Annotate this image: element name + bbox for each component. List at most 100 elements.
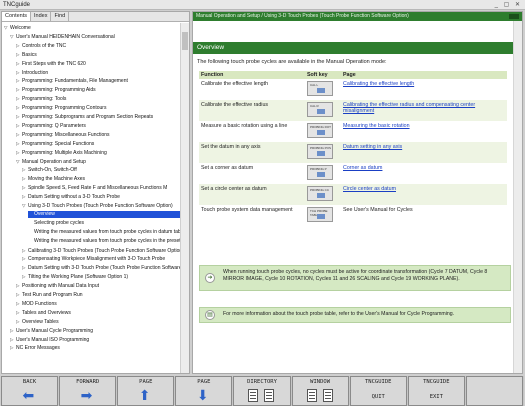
- tree-item[interactable]: ▷ Overview Tables: [16, 318, 180, 326]
- softkey-3[interactable]: PAGE ⬆: [117, 376, 175, 406]
- softkey-5[interactable]: DIRECTORY: [233, 376, 291, 406]
- tree-item[interactable]: ▷ Tilting the Working Plane (Software Opt…: [22, 273, 180, 281]
- page-cell: Corner as datum: [341, 163, 507, 184]
- softkey-image-label: CAL L: [310, 83, 319, 87]
- tree-item-label: Positioning with Manual Data Input: [22, 283, 99, 290]
- softkey-label: BACK: [22, 379, 37, 385]
- page-link[interactable]: Datum setting in any axis: [343, 144, 402, 150]
- tree-item[interactable]: Writing the measured values from touch p…: [28, 238, 180, 246]
- tree-item[interactable]: ▷ Calibrating 3-D Touch Probes (Touch Pro…: [22, 247, 180, 255]
- softkey-4[interactable]: PAGE ⬇: [175, 376, 233, 406]
- tree-item[interactable]: ▷ Programming: Fundamentals, File Managem…: [16, 77, 180, 85]
- breadcrumb-text: Manual Operation and Setup / Using 3-D T…: [196, 13, 409, 19]
- tab-find[interactable]: Find: [51, 12, 70, 21]
- tree-item[interactable]: ▷ Basics: [16, 51, 180, 59]
- tree-item[interactable]: ▷ First Steps with the TNC 620: [16, 60, 180, 68]
- scrollbar-thumb[interactable]: [182, 32, 188, 50]
- softkey-image-icon: PROBING POS: [307, 144, 333, 159]
- tree-item[interactable]: ▷ Programming: Programming Aids: [16, 86, 180, 94]
- directory-icon: [264, 389, 275, 402]
- page-link[interactable]: Measuring the basic rotation: [343, 123, 410, 129]
- tree-item[interactable]: ▽ Welcome: [4, 24, 180, 32]
- tree-item-label: First Steps with the TNC 620: [22, 60, 86, 67]
- softkey-label: WINDOW: [310, 379, 331, 385]
- softkey-image-icon: TCH PROBE TABLE: [307, 207, 333, 222]
- table-row: Calibrate the effective radius CAL R Calib…: [199, 100, 507, 121]
- page-link[interactable]: Corner as datum: [343, 165, 382, 171]
- softkey-2[interactable]: FORWARD ➡: [59, 376, 117, 406]
- contents-tree: ▽ Welcome ▽ User's Manual HEIDENHAIN Conver…: [2, 23, 180, 373]
- tree-item-label: Programming: Subprograms and Program Sec…: [22, 114, 154, 120]
- tree-item[interactable]: ▷ User's Manual Cycle Programming: [10, 327, 180, 335]
- tree-item-label: Writing the measured values from touch p…: [34, 228, 180, 235]
- tree-item[interactable]: ▷ Datum Setting without a 3-D Touch Probe: [22, 193, 180, 201]
- tree-item[interactable]: ▷ Programming: Q Parameters: [16, 122, 180, 130]
- tab-index[interactable]: Index: [31, 12, 52, 21]
- tree-item-label: Tilting the Working Plane (Software Opti…: [28, 274, 129, 281]
- tree-item-label: User's Manual Cycle Programming: [16, 327, 94, 334]
- softkey-label: TNCGUIDE: [364, 379, 392, 385]
- tree-item[interactable]: ▷ Positioning with Manual Data Input: [16, 282, 180, 290]
- tree-item[interactable]: ▷ Introduction: [16, 69, 180, 77]
- window-controls[interactable]: _ ▢ ✕: [495, 0, 522, 10]
- page-link[interactable]: Circle center as datum: [343, 186, 396, 192]
- softkey-9[interactable]: [465, 376, 523, 406]
- table-header-row: Function Soft key Page: [199, 71, 507, 79]
- tree-item-label: Programming: Multiple Axis Machining: [22, 149, 107, 156]
- title-bar: TNCguide _ ▢ ✕: [0, 0, 525, 10]
- tree-item-label: Programming: Tools: [22, 96, 67, 103]
- tree-item[interactable]: ▷ MOD Functions: [16, 300, 180, 308]
- note-box: ▤ For more information about the touch p…: [199, 307, 511, 323]
- tree-item[interactable]: ▷ Programming: Multiple Axis Machining: [16, 149, 180, 157]
- tree-item[interactable]: Overview: [28, 210, 180, 219]
- tree-item[interactable]: ▷ Programming: Subprograms and Program Se…: [16, 113, 180, 121]
- content-scrollbar[interactable]: [513, 21, 522, 373]
- tree-item[interactable]: Selecting probe cycles: [28, 220, 180, 228]
- page-link[interactable]: Calibrating the effective radius and com…: [343, 102, 475, 114]
- softkey-6[interactable]: WINDOW: [291, 376, 349, 406]
- breadcrumb-button[interactable]: [509, 14, 519, 19]
- tree-item[interactable]: ▷ NC Error Messages: [10, 344, 180, 352]
- tree-item[interactable]: ▷ Tables and Overviews: [16, 309, 180, 317]
- tree-item[interactable]: ▷ Programming: Miscellaneous Functions: [16, 131, 180, 139]
- nav-tabs: Contents Index Find: [2, 12, 189, 22]
- softkey-8[interactable]: TNCGUIDE EXIT: [407, 376, 465, 406]
- tree-item[interactable]: ▽ User's Manual HEIDENHAIN Conversational: [10, 33, 180, 41]
- tree-item[interactable]: ▷ Spindle Speed S, Feed Rate F and Miscel…: [22, 184, 180, 192]
- tree-item[interactable]: ▷ User's Manual ISO Programming: [10, 336, 180, 344]
- page-link[interactable]: Calibrating the effective length: [343, 81, 414, 87]
- tree-item[interactable]: ▷ Switch-On, Switch-Off: [22, 166, 180, 174]
- tree-item-label: Using 3-D Touch Probes (Touch Probe Func…: [28, 203, 173, 209]
- tree-item[interactable]: ▷ Test Run and Program Run: [16, 291, 180, 299]
- tree-item[interactable]: ▷ Datum Setting with 3-D Touch Probe (Tou…: [22, 264, 180, 272]
- page-cell: Calibrating the effective length: [341, 79, 507, 100]
- tree-item[interactable]: ▷ Programming: Tools: [16, 95, 180, 103]
- tree-item[interactable]: ▷ Moving the Machine Axes: [22, 175, 180, 183]
- tree-item[interactable]: ▷ Controls of the TNC: [16, 42, 180, 50]
- tree-item-label: Datum Setting without a 3-D Touch Probe: [28, 194, 120, 201]
- softkey-label: PAGE: [139, 379, 153, 385]
- tree-item-label: Switch-On, Switch-Off: [28, 167, 77, 174]
- tree-item[interactable]: Writing the measured values from touch p…: [28, 229, 180, 237]
- function-cell: Set a corner as datum: [201, 165, 254, 171]
- tree-item-label: Selecting probe cycles: [34, 219, 85, 226]
- tree-item[interactable]: ▽ Using 3-D Touch Probes (Touch Probe Fun…: [22, 202, 180, 210]
- tree-item[interactable]: ▷ Programming: Programming Contours: [16, 104, 180, 112]
- note-text: When running touch probe cycles, no cycl…: [223, 269, 488, 282]
- page-text: See User's Manual for Cycles: [343, 207, 413, 213]
- softkey-image-icon: CAL L: [307, 81, 333, 96]
- page-cell: Datum setting in any axis: [341, 142, 507, 163]
- tree-item[interactable]: ▽ Manual Operation and Setup: [16, 158, 180, 166]
- tab-contents[interactable]: Contents: [2, 12, 32, 21]
- softkey-label: FORWARD: [76, 379, 100, 385]
- window-title: TNCguide: [3, 2, 31, 8]
- softkey-image-icon: PROBING CC: [307, 186, 333, 201]
- tree-item-label: Programming: Q Parameters: [22, 122, 86, 129]
- tree-item[interactable]: ▷ Programming: Special Functions: [16, 140, 180, 148]
- softkey-7[interactable]: TNCGUIDE QUIT: [349, 376, 407, 406]
- page-cell: Circle center as datum: [341, 184, 507, 205]
- tree-item-label: Basics: [22, 51, 37, 58]
- tree-item[interactable]: ▷ Compensating Workpiece Misalignment wit…: [22, 255, 180, 263]
- softkey-1[interactable]: BACK ⬅: [1, 376, 59, 406]
- tree-scrollbar[interactable]: [180, 23, 189, 373]
